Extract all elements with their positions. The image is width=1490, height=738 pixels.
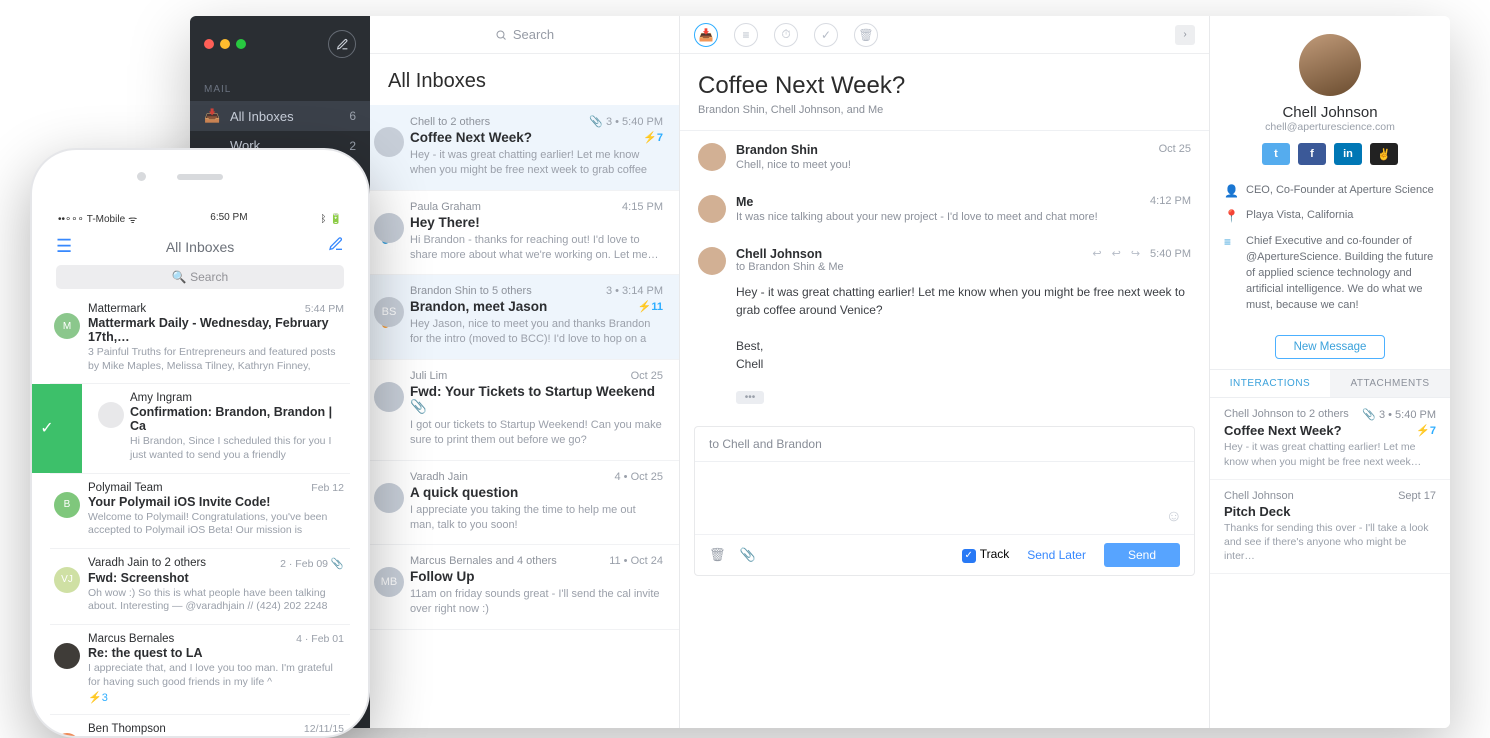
send-button[interactable]: Send [1104,543,1180,567]
delete-draft-icon[interactable]: 🗑 [709,547,726,563]
menu-icon[interactable]: ☰ [56,236,72,257]
interaction-item[interactable]: Chell Johnson to 2 others📎 3 • 5:40 PM C… [1210,398,1450,479]
forward-icon[interactable]: ↪ [1131,247,1140,260]
wifi-icon: ᯤ [128,212,137,226]
conversation-participants: Brandon Shin, Chell Johnson, and Me [680,104,1209,131]
avatar [374,483,404,513]
snooze-icon[interactable]: ⏱ [774,23,798,47]
tab-interactions[interactable]: INTERACTIONS [1210,370,1330,397]
avatar [374,127,404,157]
search-input[interactable]: Search [370,16,679,54]
reply-icon[interactable]: ↩ [1092,247,1101,260]
facebook-icon[interactable]: f [1298,143,1326,165]
maximize-window-icon[interactable] [236,39,246,49]
attachment-icon[interactable]: 📎 [740,547,756,563]
linkedin-icon[interactable]: in [1334,143,1362,165]
conversation-pane: 📥 ≡ ⏱ ✓ 🗑 › Coffee Next Week? Brandon Sh… [680,16,1210,728]
sidebar-item-label: All Inboxes [230,109,294,124]
mobile-email-item[interactable]: BT Ben Thompson12/11/15 Atlassian's IPO,… [50,715,350,738]
tab-attachments[interactable]: ATTACHMENTS [1330,370,1450,397]
avatar: B [54,492,80,518]
window-controls [190,16,370,58]
email-list-pane: Search All Inboxes Chell to 2 others📎 3 … [370,16,680,728]
archive-icon[interactable]: 📥 [694,23,718,47]
reply-all-icon[interactable]: ↩ [1112,247,1121,260]
mobile-title: All Inboxes [166,239,234,255]
avatar [698,143,726,171]
mobile-search-input[interactable]: 🔍 Search [56,265,344,289]
inbox-icon: 📥 [204,108,220,124]
sidebar-count: 6 [349,109,356,123]
new-message-button[interactable]: New Message [1275,335,1386,359]
avatar [374,213,404,243]
conversation-title: Coffee Next Week? [680,54,1209,104]
compose-icon[interactable] [328,236,344,257]
mobile-email-item[interactable]: B Polymail TeamFeb 12 Your Polymail iOS … [50,474,350,549]
person-icon: 👤 [1224,183,1238,200]
list-title: All Inboxes [370,54,679,105]
mobile-email-item[interactable]: VJ Varadh Jain to 2 others2 · Feb 09 📎 F… [50,549,350,625]
close-window-icon[interactable] [204,39,214,49]
emoji-icon[interactable]: ☺ [1166,508,1182,526]
trash-icon[interactable]: 🗑 [854,23,878,47]
send-later-button[interactable]: Send Later [1027,548,1086,562]
bluetooth-icon: ᛒ [321,214,327,225]
message: Me 4:12 PM It was nice talking about you… [680,183,1209,235]
twitter-icon[interactable]: t [1262,143,1290,165]
mobile-email-item[interactable]: Marcus Bernales4 · Feb 01 Re: the quest … [50,625,350,715]
message: Brandon Shin Oct 25 Chell, nice to meet … [680,131,1209,183]
composer: to Chell and Brandon ☺ 🗑 📎 ✓Track Send L… [694,426,1195,576]
sidebar-count: 2 [349,139,356,153]
bio-icon: ≡ [1224,234,1238,314]
minimize-window-icon[interactable] [220,39,230,49]
avatar: M [54,313,80,339]
list-icon[interactable]: ≡ [734,23,758,47]
profile-location: Playa Vista, California [1246,208,1353,225]
avatar [698,195,726,223]
compose-body[interactable]: ☺ [695,462,1194,534]
mobile-preview: ••∘∘∘T-Mobileᯤ 6:50 PM ᛒ🔋 ☰ All Inboxes … [30,148,370,738]
profile-avatar [1299,34,1361,96]
track-toggle[interactable]: ✓Track [962,547,1010,563]
conversation-toolbar: 📥 ≡ ⏱ ✓ 🗑 › [680,16,1209,54]
sidebar-section-mail: MAIL [190,58,370,101]
avatar [698,247,726,275]
email-list-item[interactable]: MB Marcus Bernales and 4 others 11 • Oct… [370,545,679,630]
mobile-email-item[interactable]: ✓ Amy Ingram Confirmation: Brandon, Bran… [50,384,350,473]
interaction-item[interactable]: Chell JohnsonSept 17 Pitch Deck Thanks f… [1210,480,1450,575]
profile-pane: Chell Johnson chell@aperturescience.com … [1210,16,1450,728]
email-list-item[interactable]: Paula Graham 4:15 PM Hey There! Hi Brand… [370,191,679,276]
avatar [98,402,124,428]
battery-icon: 🔋 [330,214,342,225]
email-list-item[interactable]: BS Brandon Shin to 5 others 3 • 3:14 PM … [370,275,679,360]
avatar [54,643,80,669]
expand-sidebar-icon[interactable]: › [1175,25,1195,45]
avatar [374,382,404,412]
location-icon: 📍 [1224,208,1238,225]
swipe-done-icon[interactable]: ✓ [30,384,82,472]
email-list-item[interactable]: Varadh Jain 4 • Oct 25 A quick question … [370,461,679,546]
done-icon[interactable]: ✓ [814,23,838,47]
avatar: MB [374,567,404,597]
search-icon [495,29,507,41]
compose-to-field[interactable]: to Chell and Brandon [695,427,1194,462]
sidebar-item-all-inboxes[interactable]: 📥 All Inboxes 6 [190,101,370,131]
email-list-item[interactable]: Juli Lim Oct 25 Fwd: Your Tickets to Sta… [370,360,679,461]
profile-email: chell@aperturescience.com [1224,121,1436,133]
avatar: BS [374,297,404,327]
compose-button[interactable] [328,30,356,58]
profile-name: Chell Johnson [1224,104,1436,121]
avatar: BT [54,733,80,738]
profile-role: CEO, Co-Founder at Aperture Science [1246,183,1434,200]
expand-quote-icon[interactable]: ••• [736,391,764,404]
angellist-icon[interactable]: ✌ [1370,143,1398,165]
avatar: VJ [54,567,80,593]
status-bar: ••∘∘∘T-Mobileᯤ 6:50 PM ᛒ🔋 [50,208,350,230]
email-list-item[interactable]: Chell to 2 others📎 3 • 5:40 PM Coffee Ne… [370,105,679,191]
mobile-email-item[interactable]: M Mattermark5:44 PM Mattermark Daily - W… [50,295,350,384]
message: Chell Johnsonto Brandon Shin & Me ↩↩↪5:4… [680,235,1209,385]
profile-bio: Chief Executive and co-founder of @Apert… [1246,234,1436,314]
